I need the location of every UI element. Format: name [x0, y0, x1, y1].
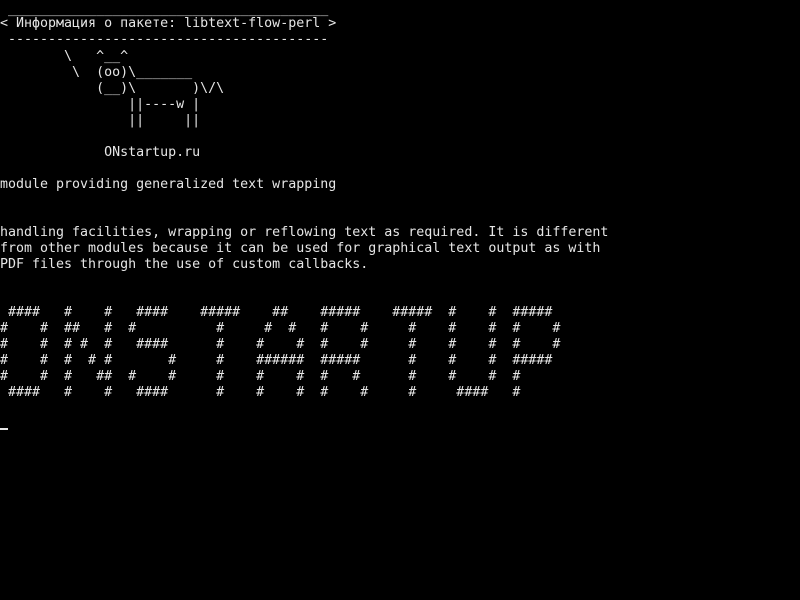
banner-title: < Информация о пакете: libtext-flow-perl… — [0, 16, 337, 31]
package-summary: module providing generalized text wrappi… — [0, 177, 337, 192]
description-line: from other modules because it can be use… — [0, 241, 601, 256]
description-line: handling facilities, wrapping or reflowi… — [0, 225, 609, 240]
site-name: ONstartup.ru — [0, 145, 201, 160]
description-line: PDF files through the use of custom call… — [0, 257, 369, 272]
cow-line: (__)\ )\/\ — [0, 81, 225, 96]
banner-text-line: # # # # # #### # # # # # # # # # # — [0, 337, 561, 352]
banner-text-line: # # # ## # # # # # # # # # # # — [0, 369, 521, 384]
banner-bottom-border: ---------------------------------------- — [0, 32, 329, 47]
banner-text-line: # # ## # # # # # # # # # # # # — [0, 321, 561, 336]
cow-line: ||----w | — [0, 97, 201, 112]
cow-line: || || — [0, 113, 201, 128]
text-cursor[interactable] — [0, 428, 8, 430]
terminal-screen: ________________________________________… — [0, 0, 800, 600]
banner-text-line: #### # # #### ##### ## ##### ##### # # #… — [0, 305, 553, 320]
cow-line: \ (oo)\_______ — [0, 65, 193, 80]
banner-text-line: # # # # # # # ###### ##### # # # ##### — [0, 353, 553, 368]
cow-line: \ ^__^ — [0, 49, 129, 64]
banner-text-line: #### # # #### # # # # # # #### # — [0, 385, 521, 400]
